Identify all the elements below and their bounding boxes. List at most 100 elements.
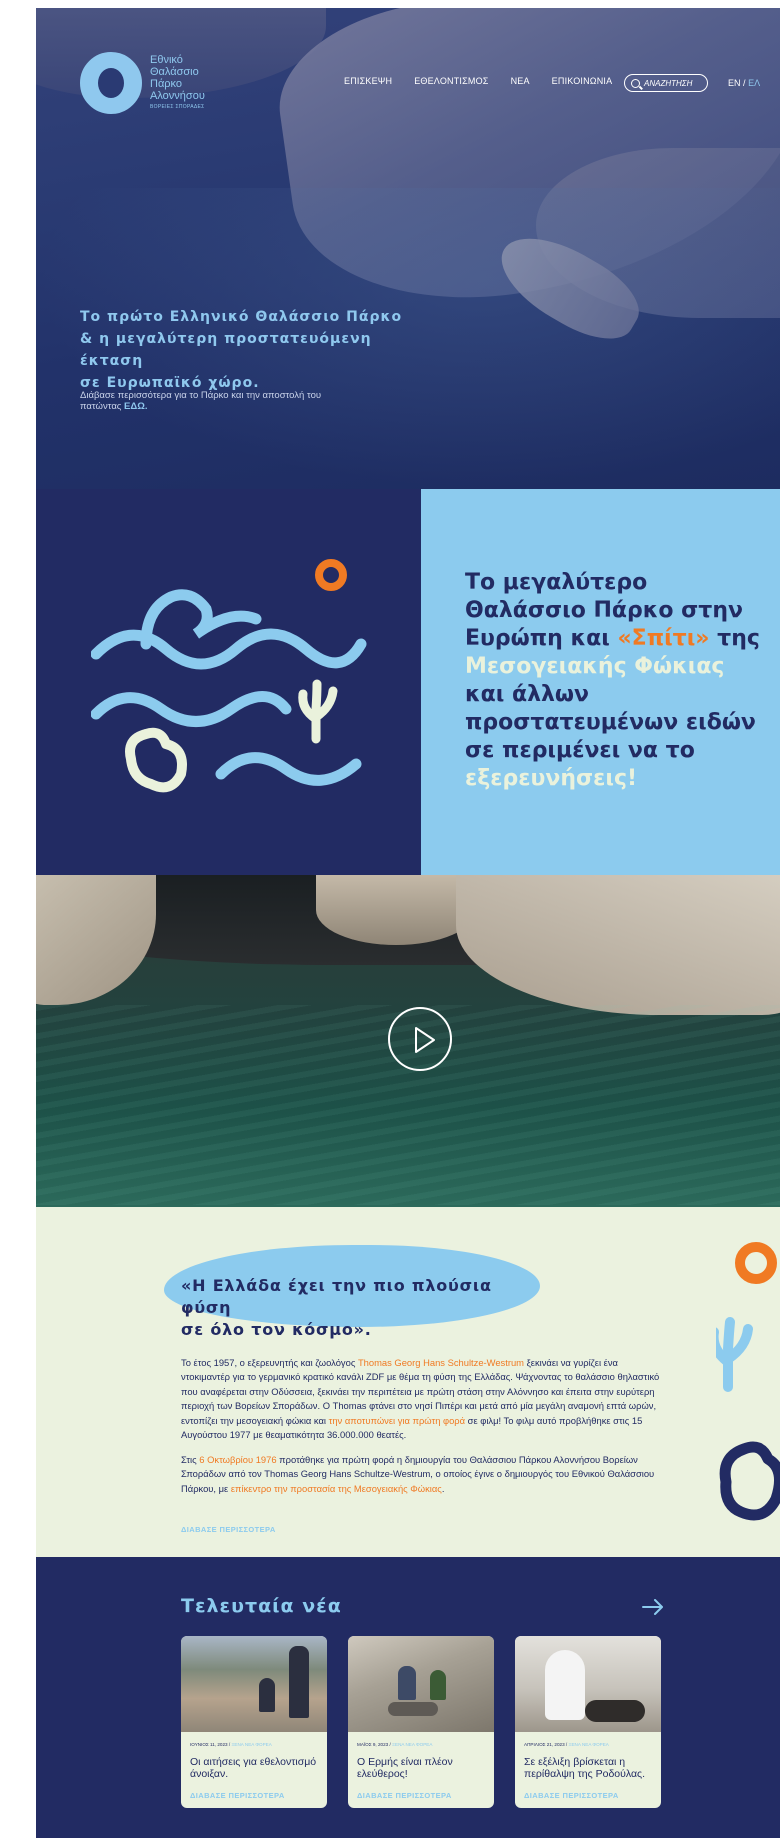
coral-icon bbox=[298, 679, 338, 744]
news-card-date: ΑΠΡΙΛΙΟΣ 21, 2023 bbox=[524, 1742, 565, 1747]
seal-logo-icon bbox=[80, 52, 142, 114]
play-icon bbox=[415, 1027, 435, 1053]
story-paragraph: Στις 6 Οκτωβρίου 1976 προτάθηκε για πρώτ… bbox=[181, 1453, 665, 1496]
wave-icon bbox=[91, 628, 367, 670]
seal-figure bbox=[585, 1700, 645, 1722]
story-text: Το έτος 1957, ο εξερευνητής και ζωολόγος bbox=[181, 1357, 358, 1368]
news-card-date: ΙΟΥΝΙΟΣ 11, 2023 bbox=[190, 1742, 228, 1747]
news-card-category[interactable]: ΞΕΝΑ ΝΕΑ ΦΟΡΕΑ bbox=[231, 1742, 271, 1747]
wave-icon bbox=[91, 691, 292, 727]
intro-heading-text: της bbox=[709, 626, 760, 651]
video-rock bbox=[36, 875, 156, 1005]
news-card-title[interactable]: Σε εξέλιξη βρίσκεται η περίθαλψη της Ροδ… bbox=[524, 1756, 654, 1780]
person-figure bbox=[259, 1678, 275, 1712]
news-card-title[interactable]: Ο Ερμής είναι πλέον ελεύθερος! bbox=[357, 1756, 487, 1780]
person-figure bbox=[398, 1666, 416, 1700]
news-card-category[interactable]: ΞΕΝΑ ΝΕΑ ΦΟΡΕΑ bbox=[392, 1742, 432, 1747]
search-button[interactable]: ΑΝΑΖΗΤΗΣΗ bbox=[624, 74, 708, 92]
wave-icon bbox=[215, 752, 362, 786]
story-link[interactable]: επίκεντρο την προστασία της Μεσογειακής … bbox=[231, 1483, 442, 1494]
intro-section: Το μεγαλύτερο Θαλάσσιο Πάρκο στην Ευρώπη… bbox=[36, 489, 780, 875]
story-section: «Η Ελλάδα έχει την πιο πλούσια φύση σε ό… bbox=[36, 1207, 780, 1557]
nav-item-volunteering[interactable]: ΕΘΕΛΟΝΤΙΣΜΟΣ bbox=[414, 76, 488, 86]
news-card-image bbox=[181, 1636, 327, 1732]
language-switcher: EN / ΕΛ bbox=[728, 78, 760, 88]
play-button[interactable] bbox=[388, 1007, 452, 1071]
news-card-title[interactable]: Οι αιτήσεις για εθελοντισμό άνοιξαν. bbox=[190, 1756, 320, 1780]
story-link[interactable]: 6 Οκτωβρίου 1976 bbox=[199, 1454, 276, 1465]
nav-item-contact[interactable]: ΕΠΙΚΟΙΝΩΝΙΑ bbox=[552, 76, 613, 86]
amphora-icon bbox=[125, 727, 187, 793]
meta-separator: / bbox=[565, 1742, 568, 1747]
hero-subtitle-text: Διάβασε περισσότερα για το Πάρκο και την… bbox=[80, 390, 322, 412]
person-figure bbox=[545, 1650, 585, 1720]
coral-icon bbox=[716, 1317, 753, 1392]
story-paragraph: Το έτος 1957, ο εξερευνητής και ζωολόγος… bbox=[181, 1356, 665, 1442]
amphora-icon bbox=[719, 1441, 780, 1521]
video-rock bbox=[316, 875, 476, 945]
hero-title-line: Το πρώτο Ελληνικό Θαλάσσιο Πάρκο bbox=[80, 309, 403, 325]
lang-el-link[interactable]: ΕΛ bbox=[748, 78, 760, 88]
news-card[interactable]: ΙΟΥΝΙΟΣ 11, 2023 / ΞΕΝΑ ΝΕΑ ΦΟΡΕΑ Οι αιτ… bbox=[181, 1636, 327, 1808]
story-link[interactable]: Thomas Georg Hans Schultze-Westrum bbox=[358, 1357, 524, 1368]
intro-heading-highlight: «Σπίτι» bbox=[617, 626, 710, 651]
news-card-meta: ΜΑΪΟΣ 9, 2023 / ΞΕΝΑ ΝΕΑ ΦΟΡΕΑ bbox=[357, 1742, 432, 1747]
hero-title-line: & η μεγαλύτερη προστατευόμενη έκταση bbox=[80, 331, 372, 369]
story-text: . bbox=[441, 1482, 445, 1494]
story-decorations bbox=[716, 1242, 780, 1521]
search-icon bbox=[631, 78, 640, 88]
news-card-meta: ΙΟΥΝΙΟΣ 11, 2023 / ΞΕΝΑ ΝΕΑ ΦΟΡΕΑ bbox=[190, 1742, 272, 1747]
intro-heading-highlight: Μεσογειακής Φώκιας bbox=[465, 654, 725, 679]
video-section bbox=[36, 875, 780, 1207]
news-card-read-more[interactable]: ΔΙΑΒΑΣΕ ΠΕΡΙΣΣΟΤΕΡΑ bbox=[357, 1791, 452, 1800]
intro-heading-highlight: εξερευνήσεις! bbox=[465, 766, 638, 791]
logo-line: Πάρκο bbox=[150, 78, 183, 90]
lang-en-link[interactable]: EN bbox=[728, 78, 741, 88]
nav-item-news[interactable]: ΝΕΑ bbox=[511, 76, 530, 86]
logo-text: Εθνικό Θαλάσσιο Πάρκο Αλοννήσου ΒΟΡΕΙΕΣ … bbox=[150, 52, 205, 111]
intro-heading: Το μεγαλύτερο Θαλάσσιο Πάρκο στην Ευρώπη… bbox=[465, 569, 765, 793]
news-card[interactable]: ΑΠΡΙΛΙΟΣ 21, 2023 / ΞΕΝΑ ΝΕΑ ΦΟΡΕΑ Σε εξ… bbox=[515, 1636, 661, 1808]
person-figure bbox=[430, 1670, 446, 1700]
news-card-date: ΜΑΪΟΣ 9, 2023 bbox=[357, 1742, 389, 1747]
news-card-read-more[interactable]: ΔΙΑΒΑΣΕ ΠΕΡΙΣΣΟΤΕΡΑ bbox=[190, 1791, 285, 1800]
search-label: ΑΝΑΖΗΤΗΣΗ bbox=[644, 78, 693, 88]
logo-subtitle: ΒΟΡΕΙΕΣ ΣΠΟΡΑΔΕΣ bbox=[150, 104, 205, 110]
meta-separator: / bbox=[228, 1742, 231, 1747]
news-card-image bbox=[348, 1636, 494, 1732]
meta-separator: / bbox=[389, 1742, 391, 1747]
lang-separator: / bbox=[743, 78, 746, 88]
arrow-right-icon[interactable] bbox=[642, 1599, 664, 1615]
story-read-more-link[interactable]: ΔΙΑΒΑΣΕ ΠΕΡΙΣΣΟΤΕΡΑ bbox=[181, 1525, 276, 1534]
news-card-meta: ΑΠΡΙΛΙΟΣ 21, 2023 / ΞΕΝΑ ΝΕΑ ΦΟΡΕΑ bbox=[524, 1742, 609, 1747]
news-card-image bbox=[515, 1636, 661, 1732]
story-text: Στις bbox=[181, 1454, 200, 1465]
logo-line: Αλοννήσου bbox=[150, 90, 205, 102]
hero-title: Το πρώτο Ελληνικό Θαλάσσιο Πάρκο & η μεγ… bbox=[80, 306, 420, 394]
hero-read-more-link[interactable]: ΕΔΩ. bbox=[124, 401, 147, 412]
orange-circle-icon bbox=[735, 1242, 777, 1284]
page: Εθνικό Θαλάσσιο Πάρκο Αλοννήσου ΒΟΡΕΙΕΣ … bbox=[36, 8, 780, 1838]
hero-subtitle: Διάβασε περισσότερα για το Πάρκο και την… bbox=[80, 390, 360, 412]
logo-line: Θαλάσσιο bbox=[150, 66, 199, 78]
nav-item-visit[interactable]: ΕΠΙΣΚΕΨΗ bbox=[344, 76, 392, 86]
hero-section: Εθνικό Θαλάσσιο Πάρκο Αλοννήσου ΒΟΡΕΙΕΣ … bbox=[36, 8, 780, 489]
seal-figure bbox=[388, 1702, 438, 1716]
news-card-category[interactable]: ΞΕΝΑ ΝΕΑ ΦΟΡΕΑ bbox=[568, 1742, 608, 1747]
main-nav: ΕΠΙΣΚΕΨΗ ΕΘΕΛΟΝΤΙΣΜΟΣ ΝΕΑ ΕΠΙΚΟΙΝΩΝΙΑ bbox=[344, 76, 634, 86]
intro-illustration-panel bbox=[36, 489, 421, 875]
video-rock bbox=[456, 875, 780, 1015]
news-card-read-more[interactable]: ΔΙΑΒΑΣΕ ΠΕΡΙΣΣΟΤΕΡΑ bbox=[524, 1791, 619, 1800]
orange-circle-icon bbox=[315, 559, 347, 591]
seal-icon bbox=[140, 589, 262, 650]
story-quote: «Η Ελλάδα έχει την πιο πλούσια φύση σε ό… bbox=[181, 1275, 541, 1341]
seal-waves-illustration bbox=[91, 559, 367, 793]
news-section: Τελευταία νέα ΙΟΥΝΙΟΣ 11, 2023 / ΞΕΝΑ ΝΕ… bbox=[36, 1557, 780, 1838]
story-link[interactable]: την αποτυπώνει για πρώτη φορά bbox=[329, 1415, 465, 1426]
quote-line: σε όλο τον κόσμο». bbox=[181, 1320, 372, 1339]
person-figure bbox=[289, 1646, 309, 1718]
quote-line: «Η Ελλάδα έχει την πιο πλούσια φύση bbox=[181, 1276, 492, 1317]
logo-line: Εθνικό bbox=[150, 54, 183, 66]
news-card[interactable]: ΜΑΪΟΣ 9, 2023 / ΞΕΝΑ ΝΕΑ ΦΟΡΕΑ Ο Ερμής ε… bbox=[348, 1636, 494, 1808]
park-logo[interactable]: Εθνικό Θαλάσσιο Πάρκο Αλοννήσου ΒΟΡΕΙΕΣ … bbox=[80, 52, 205, 114]
